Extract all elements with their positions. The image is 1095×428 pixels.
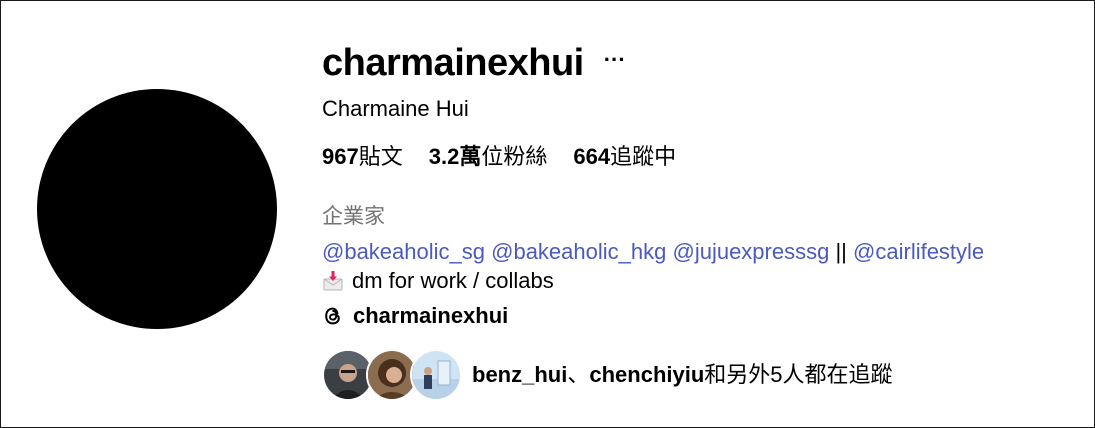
bio-text: dm for work / collabs	[352, 268, 554, 293]
username-row: charmainexhui ···	[322, 40, 626, 86]
follower-avatars	[322, 349, 462, 401]
bio-mentions: @bakeaholic_sg @bakeaholic_hkg @jujuexpr…	[322, 238, 984, 266]
more-options-icon[interactable]: ···	[604, 37, 626, 83]
followed-by-rest: 和另外5人都在追蹤	[704, 362, 893, 387]
profile-avatar[interactable]	[37, 89, 277, 329]
profile-stats: 967貼文 3.2萬位粉絲 664追蹤中	[322, 143, 702, 171]
following-label: 追蹤中	[610, 144, 677, 169]
followers-stat[interactable]: 3.2萬位粉絲	[429, 143, 548, 171]
following-count: 664	[573, 144, 611, 169]
mention-link[interactable]: @bakeaholic_hkg	[491, 239, 666, 264]
mention-link[interactable]: @cairlifestyle	[853, 239, 984, 264]
threads-handle: charmainexhui	[353, 303, 509, 328]
username: charmainexhui	[322, 42, 584, 84]
full-name: Charmaine Hui	[322, 96, 469, 121]
posts-count: 967	[322, 144, 359, 169]
mention-link[interactable]: @jujuexpresssg	[672, 239, 829, 264]
followed-by[interactable]: benz_hui、chenchiyiu和另外5人都在追蹤	[322, 349, 893, 401]
bio-separator: ||	[835, 239, 847, 264]
posts-stat: 967貼文	[322, 143, 403, 171]
threads-icon	[322, 305, 344, 327]
following-stat[interactable]: 664追蹤中	[573, 143, 676, 171]
follower-username[interactable]: chenchiyiu	[589, 362, 704, 387]
threads-link[interactable]: charmainexhui	[322, 302, 508, 330]
envelope-incoming-icon	[322, 270, 344, 292]
followers-count: 3.2萬	[428, 144, 482, 169]
followers-label: 位粉絲	[481, 144, 548, 169]
posts-label: 貼文	[358, 144, 403, 169]
bio-line: dm for work / collabs	[322, 267, 554, 295]
followed-by-text: benz_hui、chenchiyiu和另外5人都在追蹤	[472, 361, 893, 389]
followed-by-separator: 、	[567, 362, 590, 387]
profile-category: 企業家	[322, 205, 385, 228]
follower-avatar	[410, 349, 462, 401]
follower-username[interactable]: benz_hui	[472, 362, 567, 387]
mention-link[interactable]: @bakeaholic_sg	[322, 239, 485, 264]
